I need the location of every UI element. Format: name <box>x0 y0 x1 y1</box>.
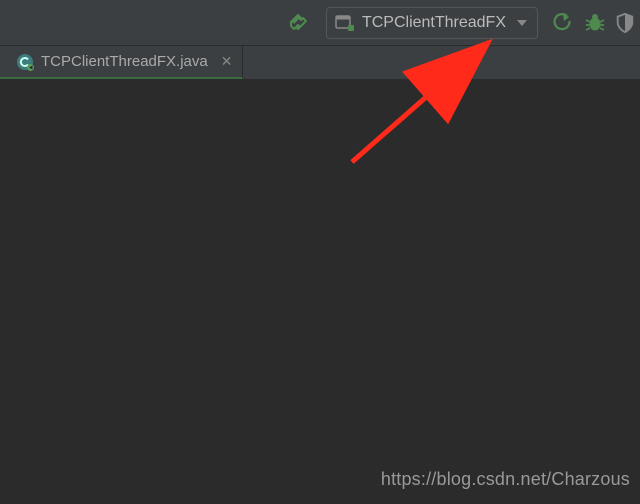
bug-icon[interactable] <box>582 11 608 35</box>
editor-tab-bar: TCPClientThreadFX.java ✕ <box>0 46 640 80</box>
run-configuration-selector[interactable]: TCPClientThreadFX <box>326 7 538 39</box>
shield-icon[interactable] <box>614 11 636 35</box>
rerun-icon[interactable] <box>550 11 576 35</box>
java-class-icon <box>16 53 34 71</box>
run-configuration-label: TCPClientThreadFX <box>362 14 506 32</box>
editor-tab[interactable]: TCPClientThreadFX.java ✕ <box>0 46 243 79</box>
chevron-down-icon <box>517 20 527 26</box>
watermark-text: https://blog.csdn.net/Charzous <box>381 469 630 490</box>
hammer-icon[interactable] <box>286 11 312 35</box>
editor-content-area[interactable] <box>0 80 640 504</box>
main-toolbar: TCPClientThreadFX <box>0 0 640 46</box>
application-icon <box>335 14 355 32</box>
close-icon[interactable]: ✕ <box>221 53 233 70</box>
tab-filename: TCPClientThreadFX.java <box>41 53 208 70</box>
